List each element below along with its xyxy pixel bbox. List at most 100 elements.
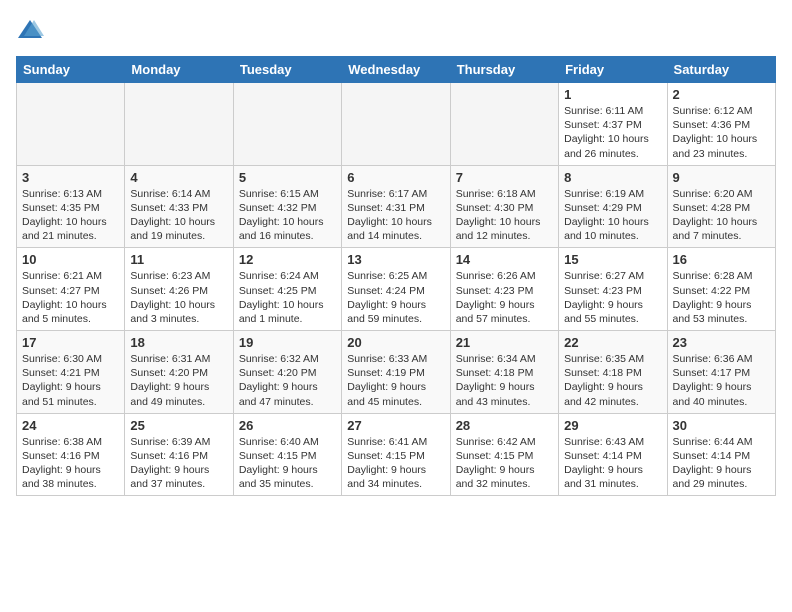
day-info: Sunrise: 6:43 AM Sunset: 4:14 PM Dayligh…: [564, 435, 661, 492]
calendar-cell: 29 Sunrise: 6:43 AM Sunset: 4:14 PM Dayli…: [559, 413, 667, 496]
day-info: Sunrise: 6:27 AM Sunset: 4:23 PM Dayligh…: [564, 269, 661, 326]
day-number: 2: [673, 87, 770, 102]
day-info: Sunrise: 6:20 AM Sunset: 4:28 PM Dayligh…: [673, 187, 770, 244]
day-number: 23: [673, 335, 770, 350]
weekday-header-friday: Friday: [559, 57, 667, 83]
day-info: Sunrise: 6:24 AM Sunset: 4:25 PM Dayligh…: [239, 269, 336, 326]
day-number: 6: [347, 170, 444, 185]
day-info: Sunrise: 6:36 AM Sunset: 4:17 PM Dayligh…: [673, 352, 770, 409]
calendar-cell: 19 Sunrise: 6:32 AM Sunset: 4:20 PM Dayli…: [233, 331, 341, 414]
day-number: 12: [239, 252, 336, 267]
calendar-cell: 28Sunrise: 6:42 AM Sunset: 4:15 PM Dayli…: [450, 413, 558, 496]
day-info: Sunrise: 6:12 AM Sunset: 4:36 PM Dayligh…: [673, 104, 770, 161]
calendar-cell: 4 Sunrise: 6:14 AM Sunset: 4:33 PM Daylig…: [125, 165, 233, 248]
day-number: 11: [130, 252, 227, 267]
calendar-cell: 8Sunrise: 6:19 AM Sunset: 4:29 PM Daylig…: [559, 165, 667, 248]
weekday-header-wednesday: Wednesday: [342, 57, 450, 83]
day-info: Sunrise: 6:11 AM Sunset: 4:37 PM Dayligh…: [564, 104, 661, 161]
calendar-cell: 13Sunrise: 6:25 AM Sunset: 4:24 PM Dayli…: [342, 248, 450, 331]
day-number: 29: [564, 418, 661, 433]
day-info: Sunrise: 6:28 AM Sunset: 4:22 PM Dayligh…: [673, 269, 770, 326]
day-info: Sunrise: 6:23 AM Sunset: 4:26 PM Dayligh…: [130, 269, 227, 326]
day-info: Sunrise: 6:19 AM Sunset: 4:29 PM Dayligh…: [564, 187, 661, 244]
day-info: Sunrise: 6:17 AM Sunset: 4:31 PM Dayligh…: [347, 187, 444, 244]
weekday-header-saturday: Saturday: [667, 57, 775, 83]
day-info: Sunrise: 6:39 AM Sunset: 4:16 PM Dayligh…: [130, 435, 227, 492]
day-number: 25: [130, 418, 227, 433]
calendar-cell: 22 Sunrise: 6:35 AM Sunset: 4:18 PM Dayli…: [559, 331, 667, 414]
day-number: 22: [564, 335, 661, 350]
calendar-cell: 12 Sunrise: 6:24 AM Sunset: 4:25 PM Dayli…: [233, 248, 341, 331]
calendar-cell: 24 Sunrise: 6:38 AM Sunset: 4:16 PM Dayli…: [17, 413, 125, 496]
day-info: Sunrise: 6:13 AM Sunset: 4:35 PM Dayligh…: [22, 187, 119, 244]
day-number: 9: [673, 170, 770, 185]
weekday-header-monday: Monday: [125, 57, 233, 83]
day-info: Sunrise: 6:26 AM Sunset: 4:23 PM Dayligh…: [456, 269, 553, 326]
header: [16, 16, 776, 44]
day-info: Sunrise: 6:40 AM Sunset: 4:15 PM Dayligh…: [239, 435, 336, 492]
calendar-cell: 26 Sunrise: 6:40 AM Sunset: 4:15 PM Dayli…: [233, 413, 341, 496]
day-info: Sunrise: 6:30 AM Sunset: 4:21 PM Dayligh…: [22, 352, 119, 409]
calendar-week-row: 24 Sunrise: 6:38 AM Sunset: 4:16 PM Dayli…: [17, 413, 776, 496]
calendar-cell: 3 Sunrise: 6:13 AM Sunset: 4:35 PM Daylig…: [17, 165, 125, 248]
calendar-cell: 16 Sunrise: 6:28 AM Sunset: 4:22 PM Dayli…: [667, 248, 775, 331]
day-info: Sunrise: 6:15 AM Sunset: 4:32 PM Dayligh…: [239, 187, 336, 244]
calendar-cell: 7 Sunrise: 6:18 AM Sunset: 4:30 PM Daylig…: [450, 165, 558, 248]
day-number: 14: [456, 252, 553, 267]
calendar-cell: 9 Sunrise: 6:20 AM Sunset: 4:28 PM Daylig…: [667, 165, 775, 248]
day-info: Sunrise: 6:38 AM Sunset: 4:16 PM Dayligh…: [22, 435, 119, 492]
weekday-header-tuesday: Tuesday: [233, 57, 341, 83]
calendar-cell: 6 Sunrise: 6:17 AM Sunset: 4:31 PM Daylig…: [342, 165, 450, 248]
day-info: Sunrise: 6:21 AM Sunset: 4:27 PM Dayligh…: [22, 269, 119, 326]
calendar-cell: 27 Sunrise: 6:41 AM Sunset: 4:15 PM Dayli…: [342, 413, 450, 496]
calendar-cell: 30 Sunrise: 6:44 AM Sunset: 4:14 PM Dayli…: [667, 413, 775, 496]
day-info: Sunrise: 6:14 AM Sunset: 4:33 PM Dayligh…: [130, 187, 227, 244]
day-number: 13: [347, 252, 444, 267]
day-number: 1: [564, 87, 661, 102]
calendar-week-row: 1 Sunrise: 6:11 AM Sunset: 4:37 PM Daylig…: [17, 83, 776, 166]
calendar-cell: 25 Sunrise: 6:39 AM Sunset: 4:16 PM Dayli…: [125, 413, 233, 496]
day-number: 26: [239, 418, 336, 433]
day-info: Sunrise: 6:31 AM Sunset: 4:20 PM Dayligh…: [130, 352, 227, 409]
day-info: Sunrise: 6:41 AM Sunset: 4:15 PM Dayligh…: [347, 435, 444, 492]
day-number: 7: [456, 170, 553, 185]
calendar-cell: 14 Sunrise: 6:26 AM Sunset: 4:23 PM Dayli…: [450, 248, 558, 331]
day-info: Sunrise: 6:42 AM Sunset: 4:15 PM Dayligh…: [456, 435, 553, 492]
logo-icon: [16, 16, 44, 44]
calendar-cell: [342, 83, 450, 166]
day-info: Sunrise: 6:33 AM Sunset: 4:19 PM Dayligh…: [347, 352, 444, 409]
calendar-table: SundayMondayTuesdayWednesdayThursdayFrid…: [16, 56, 776, 496]
calendar-cell: [17, 83, 125, 166]
calendar-cell: 17 Sunrise: 6:30 AM Sunset: 4:21 PM Dayli…: [17, 331, 125, 414]
day-number: 3: [22, 170, 119, 185]
day-info: Sunrise: 6:44 AM Sunset: 4:14 PM Dayligh…: [673, 435, 770, 492]
weekday-header-sunday: Sunday: [17, 57, 125, 83]
calendar-week-row: 3 Sunrise: 6:13 AM Sunset: 4:35 PM Daylig…: [17, 165, 776, 248]
day-number: 10: [22, 252, 119, 267]
calendar-cell: [125, 83, 233, 166]
calendar-cell: 20Sunrise: 6:33 AM Sunset: 4:19 PM Dayli…: [342, 331, 450, 414]
calendar-cell: 21Sunrise: 6:34 AM Sunset: 4:18 PM Dayli…: [450, 331, 558, 414]
day-number: 17: [22, 335, 119, 350]
calendar-cell: 1 Sunrise: 6:11 AM Sunset: 4:37 PM Daylig…: [559, 83, 667, 166]
weekday-header-thursday: Thursday: [450, 57, 558, 83]
calendar-cell: 2 Sunrise: 6:12 AM Sunset: 4:36 PM Daylig…: [667, 83, 775, 166]
day-number: 27: [347, 418, 444, 433]
calendar-cell: 15Sunrise: 6:27 AM Sunset: 4:23 PM Dayli…: [559, 248, 667, 331]
day-number: 4: [130, 170, 227, 185]
calendar-header-row: SundayMondayTuesdayWednesdayThursdayFrid…: [17, 57, 776, 83]
calendar-cell: 11 Sunrise: 6:23 AM Sunset: 4:26 PM Dayli…: [125, 248, 233, 331]
calendar-cell: 10 Sunrise: 6:21 AM Sunset: 4:27 PM Dayli…: [17, 248, 125, 331]
day-info: Sunrise: 6:35 AM Sunset: 4:18 PM Dayligh…: [564, 352, 661, 409]
day-info: Sunrise: 6:32 AM Sunset: 4:20 PM Dayligh…: [239, 352, 336, 409]
day-number: 24: [22, 418, 119, 433]
day-number: 30: [673, 418, 770, 433]
logo: [16, 16, 48, 44]
day-number: 5: [239, 170, 336, 185]
day-number: 19: [239, 335, 336, 350]
day-number: 21: [456, 335, 553, 350]
calendar-cell: [233, 83, 341, 166]
day-info: Sunrise: 6:18 AM Sunset: 4:30 PM Dayligh…: [456, 187, 553, 244]
day-number: 16: [673, 252, 770, 267]
calendar-week-row: 17 Sunrise: 6:30 AM Sunset: 4:21 PM Dayli…: [17, 331, 776, 414]
